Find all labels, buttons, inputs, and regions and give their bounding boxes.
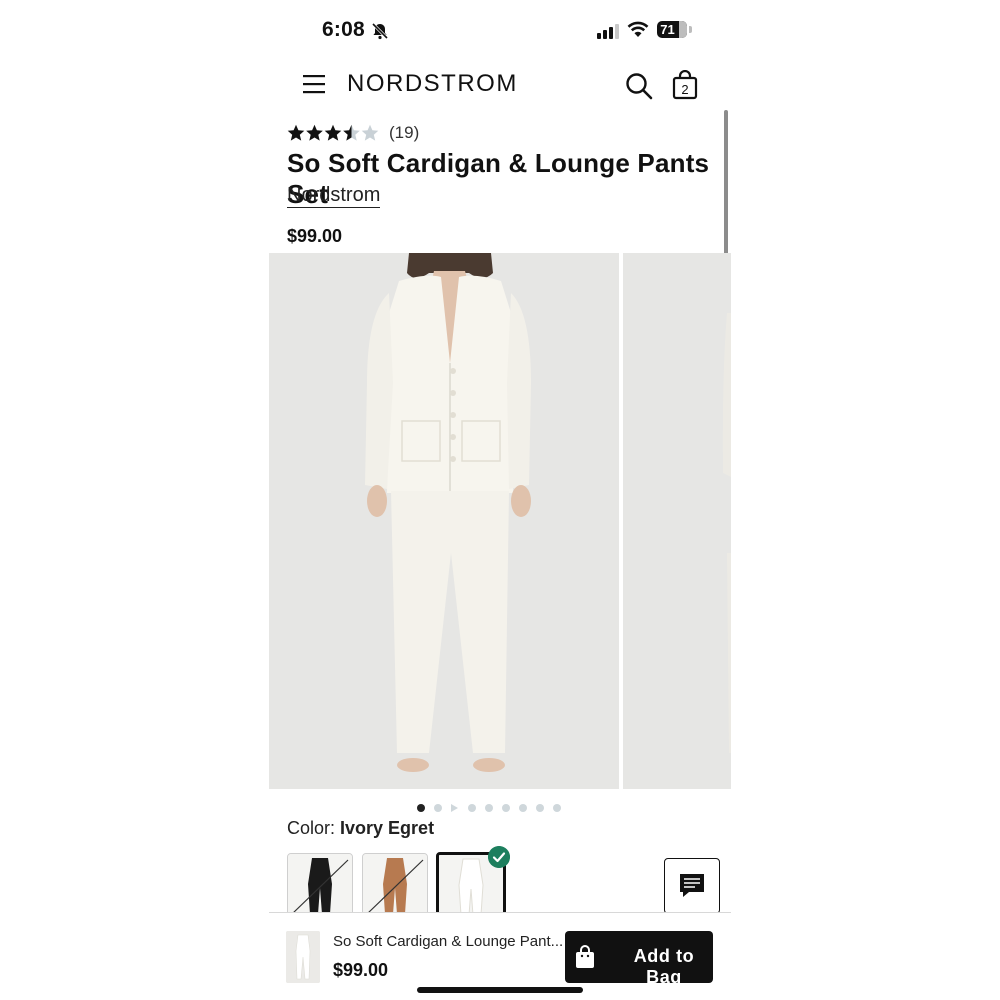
battery-empty-portion [679, 21, 687, 38]
battery-indicator: 71 [657, 21, 687, 38]
pagination-dot[interactable] [468, 803, 476, 812]
color-label: Color: [287, 818, 336, 838]
star-half-icon [343, 124, 360, 141]
shopping-bag-icon [576, 945, 594, 968]
phone-screen: 6:08 71 NORDSTROM 2 (19) So Soft Cardiga… [269, 0, 731, 1000]
star-icon [324, 124, 342, 141]
star-icon [306, 124, 323, 141]
pagination-dot[interactable] [502, 803, 510, 812]
bottom-product-price: $99.00 [333, 960, 389, 980]
product-thumbnail [286, 931, 320, 983]
pagination-dot[interactable] [519, 803, 527, 812]
gallery-pagination[interactable] [417, 799, 570, 812]
brand-link[interactable]: Nordstrom [287, 184, 381, 208]
battery-percent: 71 [660, 22, 675, 37]
chat-icon[interactable] [664, 858, 720, 914]
bag-count: 2 [681, 82, 688, 97]
bell-slash-icon [371, 22, 389, 40]
pagination-dot[interactable] [553, 803, 561, 812]
star-icon [287, 124, 305, 141]
rating-stars [287, 124, 379, 141]
nordstrom-logo[interactable]: NORDSTROM [347, 70, 518, 98]
pagination-dot[interactable] [536, 803, 544, 812]
pagination-dot[interactable] [485, 803, 493, 812]
product-image-gallery[interactable] [269, 253, 731, 789]
signal-icon [597, 24, 619, 39]
pagination-dot[interactable] [434, 803, 442, 812]
bottom-product-title: So Soft Cardigan & Lounge Pant... [333, 933, 564, 950]
product-price: $99.00 [287, 226, 343, 246]
sticky-add-to-bag-bar: So Soft Cardigan & Lounge Pant... $99.00… [269, 912, 731, 1000]
pagination-dot-active[interactable] [417, 803, 425, 812]
add-to-bag-label: Add to Bag [633, 946, 695, 987]
home-indicator[interactable] [417, 987, 583, 993]
swatch-tan-unavailable[interactable] [362, 853, 428, 919]
wifi-icon [627, 21, 649, 37]
search-icon[interactable] [625, 72, 653, 100]
star-empty-icon [361, 124, 379, 141]
next-product-photo-preview[interactable] [623, 253, 731, 789]
video-play-icon[interactable] [451, 803, 458, 812]
battery-cap [689, 26, 692, 33]
status-time: 6:08 [322, 18, 365, 41]
color-value: Ivory Egret [340, 818, 435, 838]
menu-icon[interactable] [303, 73, 327, 95]
swatch-black-unavailable[interactable] [287, 853, 353, 919]
check-icon [488, 846, 510, 868]
add-to-bag-button[interactable]: Add to Bag [565, 931, 713, 987]
review-count[interactable]: (19) [389, 123, 419, 143]
color-selection: Color: Ivory Egret [287, 818, 434, 839]
product-photo[interactable] [269, 253, 619, 789]
shopping-bag-icon[interactable]: 2 [672, 70, 698, 100]
